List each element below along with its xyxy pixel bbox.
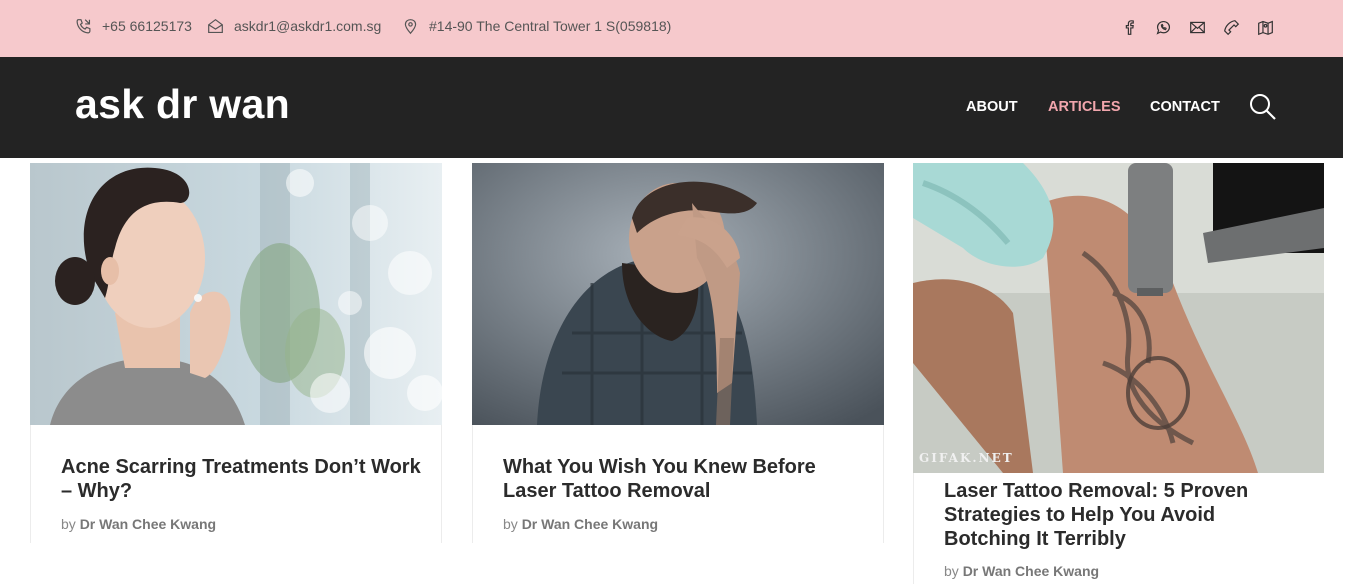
article-card[interactable]: GIFAK.NET Laser Tattoo Removal: 5 Proven…	[913, 163, 1325, 584]
nav-articles[interactable]: ARTICLES	[1048, 99, 1121, 115]
phone-info[interactable]: +65 66125173	[75, 0, 192, 52]
article-byline: by Dr Wan Chee Kwang	[944, 563, 1100, 579]
article-byline: by Dr Wan Chee Kwang	[61, 516, 217, 532]
nav-contact[interactable]: CONTACT	[1150, 99, 1220, 115]
search-icon[interactable]	[1249, 93, 1277, 121]
article-card[interactable]: What You Wish You Knew Before Laser Tatt…	[472, 163, 884, 543]
article-byline: by Dr Wan Chee Kwang	[503, 516, 659, 532]
article-image[interactable]	[472, 163, 884, 425]
site-header: ask dr wan ABOUT ARTICLES CONTACT	[0, 57, 1343, 158]
site-logo[interactable]: ask dr wan	[75, 81, 290, 128]
phone-number: +65 66125173	[102, 18, 192, 34]
article-title[interactable]: Laser Tattoo Removal: 5 Proven Strategie…	[944, 479, 1284, 551]
address-info: #14-90 The Central Tower 1 S(059818)	[402, 0, 671, 52]
location-pin-icon	[404, 18, 417, 34]
map-icon[interactable]	[1255, 17, 1275, 37]
facebook-icon[interactable]	[1119, 17, 1139, 37]
author-link[interactable]: Dr Wan Chee Kwang	[522, 516, 658, 532]
social-links	[1119, 0, 1275, 54]
article-image[interactable]	[30, 163, 442, 425]
author-link[interactable]: Dr Wan Chee Kwang	[80, 516, 216, 532]
article-image[interactable]: GIFAK.NET	[913, 163, 1324, 473]
envelope-icon	[208, 18, 223, 33]
article-title[interactable]: What You Wish You Knew Before Laser Tatt…	[503, 455, 863, 503]
article-body: Acne Scarring Treatments Don’t Work – Wh…	[30, 425, 442, 543]
article-title[interactable]: Acne Scarring Treatments Don’t Work – Wh…	[61, 455, 421, 503]
image-watermark: GIFAK.NET	[919, 451, 1014, 465]
author-link[interactable]: Dr Wan Chee Kwang	[963, 563, 1099, 579]
phone-icon[interactable]	[1221, 17, 1241, 37]
address-text: #14-90 The Central Tower 1 S(059818)	[429, 18, 672, 34]
article-body: Laser Tattoo Removal: 5 Proven Strategie…	[913, 473, 1325, 584]
phone-icon	[76, 18, 91, 33]
email-info[interactable]: askdr1@askdr1.com.sg	[207, 0, 381, 52]
email-address: askdr1@askdr1.com.sg	[234, 18, 382, 34]
whatsapp-icon[interactable]	[1153, 17, 1173, 37]
contact-topbar: +65 66125173 askdr1@askdr1.com.sg #14-90…	[0, 0, 1343, 57]
article-body: What You Wish You Knew Before Laser Tatt…	[472, 425, 884, 543]
mail-icon[interactable]	[1187, 17, 1207, 37]
article-card[interactable]: Acne Scarring Treatments Don’t Work – Wh…	[30, 163, 442, 543]
nav-about[interactable]: ABOUT	[966, 99, 1018, 115]
